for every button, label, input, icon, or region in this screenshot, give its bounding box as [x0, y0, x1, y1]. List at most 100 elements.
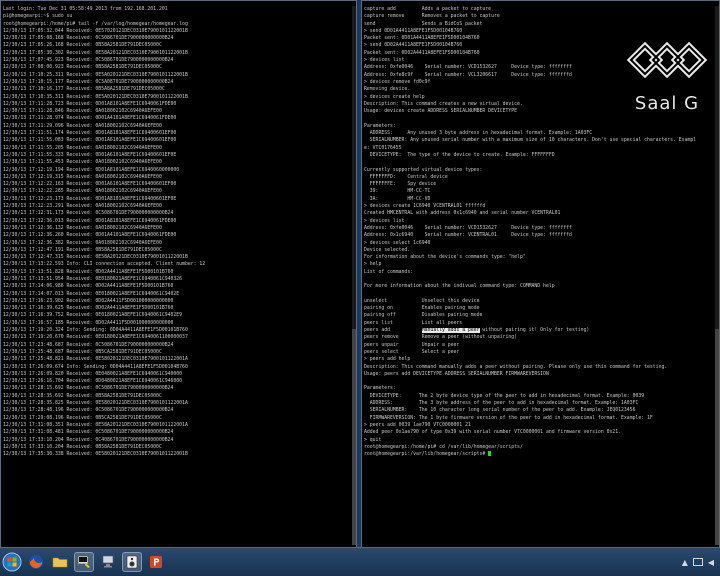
terminal-line: pairing on Enables pairing mode	[364, 306, 480, 312]
terminal-line: 12/30/13 17:14:06.986 Received: 0D02A441…	[3, 284, 174, 290]
terminal-line: 12/30/13 17:05:32.044 Received: 0E570201…	[3, 28, 188, 34]
terminal-line: For information about the device's comma…	[364, 255, 526, 261]
system-tray: ▲ ◀	[682, 548, 714, 576]
terminal-cursor	[488, 451, 492, 457]
terminal-line: pi@homegearpi:~$ sudo su	[3, 14, 73, 20]
terminal-line: 12/30/13 17:33:10.204 Received: 0B58A258…	[3, 444, 162, 450]
terminal-line: 12/30/13 17:12:31.173 Received: 0C508670…	[3, 211, 174, 217]
terminal-line: 12/30/13 17:28:35.825 Received: 0E580201…	[3, 401, 188, 407]
logo-knot-icon	[626, 41, 708, 79]
terminal-line: peers unpair Unpair a peer	[364, 342, 460, 348]
taskbar: ▲ ◀	[0, 547, 720, 576]
terminal-line: ADDRESS: The 3 byte address of the peer …	[364, 401, 639, 407]
tray-arrow-icon[interactable]: ▲	[682, 558, 688, 567]
terminal-line: DEVICETYPE: The type of the device to cr…	[364, 152, 555, 158]
terminal-line: 12/30/13 17:31:08.481 Received: 0C508670…	[3, 430, 174, 436]
terminal-line: ADDRESS: Any unused 3 byte address in he…	[364, 131, 593, 137]
terminal-line: 12/30/13 17:28:15.692 Received: 0C508670…	[3, 386, 174, 392]
terminal-line: DEVICETYPE: The 2 byte device type of th…	[364, 393, 645, 399]
folder-icon[interactable]	[50, 552, 70, 572]
terminal-line: Currently supported virtual device types…	[364, 167, 483, 173]
right-terminal-scrollbar[interactable]	[715, 6, 719, 545]
terminal-line: 12/30/13 17:08:00.923 Received: 0B58A258…	[3, 65, 162, 71]
terminal-line: 12/30/13 17:12:36.382 Received: 0A018002…	[3, 240, 162, 246]
terminal-line: 12/30/13 17:29:08.196 Received: 0B5CA258…	[3, 415, 162, 421]
terminal-line: 12/30/13 17:13:22.593 Info: CLI connecti…	[3, 262, 206, 268]
terminal-line: 12/30/13 17:11:55.333 Received: 0D01A610…	[3, 152, 177, 158]
firefox-icon[interactable]	[26, 552, 46, 572]
terminal-line: 12/30/13 17:11:55.205 Received: 0A018002…	[3, 145, 162, 151]
terminal-line: Last login: Tue Dec 31 05:58:49 2013 fro…	[3, 7, 168, 12]
putty-icon[interactable]	[74, 552, 94, 572]
terminal-line: 12/30/13 17:35:30.338 Received: 0E580201…	[3, 452, 188, 458]
start-orb-icon[interactable]	[2, 552, 22, 572]
terminal-line: > devices list	[364, 218, 405, 224]
terminal-line: root@homegearpi:/var/lib/homegear/script…	[364, 451, 715, 458]
terminal-line: FFFFFFFE: Spy device	[364, 182, 437, 188]
terminal-line: pairing off Disables pairing mode	[364, 313, 483, 319]
terminal-line: 12/30/13 17:13:51.828 Received: 0D02A441…	[3, 269, 174, 275]
terminal-line: Description: This command manually adds …	[364, 364, 668, 370]
tray-network-icon[interactable]	[692, 558, 703, 566]
terminal-line: 12/30/13 17:11:28.846 Received: 0A018002…	[3, 109, 162, 115]
terminal-line: Address: 0xfe0046 Serial number: VCD1532…	[364, 225, 572, 231]
terminal-line: For more information about the indivual …	[364, 284, 555, 290]
terminal-line: 12/30/13 17:11:55.083 Received: 0D01A610…	[3, 138, 177, 144]
terminal-line: 12/30/13 17:07:45.923 Received: 0C508670…	[3, 58, 174, 64]
saal-g-logo: Saal G	[621, 29, 713, 129]
terminal-line: unselect Unselect this device	[364, 298, 480, 304]
terminal-line: 12/30/13 17:16:23.902 Received: 0D02A441…	[3, 298, 174, 304]
terminal-line: 12/30/13 17:26:09.674 Info: Sending: 0D0…	[3, 364, 188, 370]
tray-volume-icon[interactable]: ◀	[708, 558, 714, 567]
terminal-line: 12/30/13 17:26:16.704 Received: 0D048002…	[3, 379, 183, 385]
terminal-line: 12/30/13 17:31:08.351 Received: 0E58A201…	[3, 422, 188, 428]
selected-text: Manually adds a peer	[421, 328, 480, 334]
terminal-line: Added peer 0x1ae790 of type 0x39 with se…	[364, 430, 622, 436]
terminal-line: 12/30/13 17:12:47.315 Received: 0E58A201…	[3, 255, 188, 261]
terminal-line: 12/30/13 17:10:15.177 Received: 0C5A0870…	[3, 79, 174, 85]
powerpoint-icon[interactable]	[146, 552, 166, 572]
terminal-line: capture remove Removes a packet to captu…	[364, 14, 500, 20]
terminal-line: 39: HM-CC-TC	[364, 189, 431, 195]
terminal-line: 12/30/13 17:05:30.302 Received: 0E58A201…	[3, 50, 188, 56]
sound-icon[interactable]	[122, 552, 142, 572]
terminal-line: 12/30/13 17:19:20.324 Info: Sending: 0D0…	[3, 328, 188, 334]
terminal-line: FFFFFFFD: Central device	[364, 174, 448, 180]
right-terminal-window[interactable]: capture add Adds a packet to capture capt…	[361, 0, 720, 548]
terminal-line: 12/30/13 17:23:48.687 Received: 0C508670…	[3, 342, 174, 348]
terminal-line: 12/30/13 17:12:47.191 Received: 0B58A258…	[3, 247, 162, 253]
terminal-line: peers select Select a peer	[364, 349, 460, 355]
terminal-line: 12/30/13 17:10:25.311 Received: 0E5A0201…	[3, 72, 188, 78]
terminal-line: send Sends a BidCoS packet	[364, 21, 483, 27]
left-terminal-output[interactable]: Last login: Tue Dec 31 05:58:49 2013 fro…	[3, 6, 352, 545]
terminal-line: > peers add help	[364, 357, 411, 363]
terminal-line: FIRMWAREVERSION: The 1 byte firmware ver…	[364, 415, 653, 421]
terminal-line: 12/30/13 17:11:28.723 Received: 0D01A810…	[3, 101, 177, 107]
scrollbar-thumb[interactable]	[715, 329, 719, 545]
terminal-line: 12/30/13 17:11:51.174 Received: 0D01A810…	[3, 131, 177, 137]
terminal-line: 12/30/13 17:26:09.820 Received: 0E048002…	[3, 371, 183, 377]
terminal-line: 12/30/13 17:05:26.168 Received: 0B58A258…	[3, 43, 162, 49]
terminal-line: 12/30/13 17:10:35.311 Received: 0E5A0201…	[3, 94, 188, 100]
terminal-line: 12/30/13 17:12:19.315 Received: 0A018002…	[3, 174, 162, 180]
terminal-line: 12/30/13 17:14:07.013 Received: 0E018002…	[3, 291, 180, 297]
terminal-line: 12/30/13 17:13:51.954 Received: 0E018002…	[3, 276, 183, 282]
network-icon[interactable]	[98, 552, 118, 572]
scrollbar-thumb[interactable]	[352, 329, 356, 545]
terminal-line: 12/30/13 17:16:57.185 Received: 0D02A441…	[3, 320, 174, 326]
terminal-line: peers add Manually adds a peer without p…	[364, 328, 590, 334]
left-terminal-window[interactable]: Last login: Tue Dec 31 05:58:49 2013 fro…	[0, 0, 357, 548]
left-terminal-scrollbar[interactable]	[352, 6, 356, 545]
terminal-line: List of commands:	[364, 269, 414, 275]
terminal-line: Usage: peers add DEVICETYPE ADDRESS SERI…	[364, 371, 549, 377]
terminal-line: 12/30/13 17:25:48.687 Received: 0B5CA258…	[3, 349, 162, 355]
terminal-line: 12/30/13 17:28:48.196 Received: 0C508670…	[3, 408, 174, 414]
terminal-line: 12/30/13 17:12:22.285 Received: 0A018002…	[3, 189, 162, 195]
logo-text: Saal G	[634, 93, 700, 114]
terminal-line: 12/30/13 17:10:16.177 Received: 0B5A8A25…	[3, 87, 165, 93]
terminal-line: 12/30/13 17:11:29.096 Received: 0A018002…	[3, 123, 162, 129]
